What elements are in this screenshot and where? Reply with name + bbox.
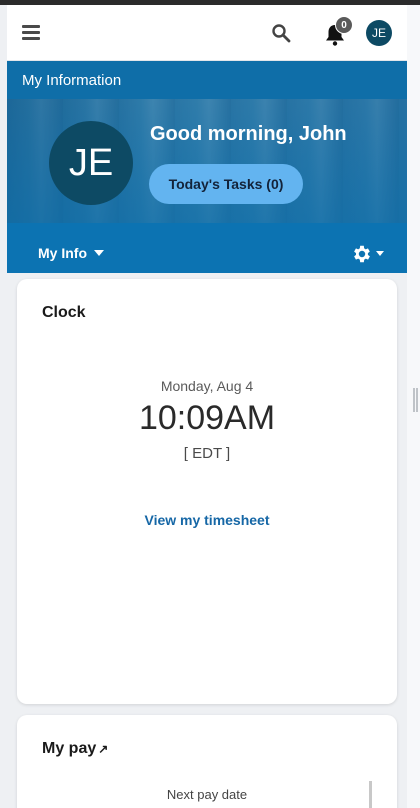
resize-handle[interactable] bbox=[413, 388, 418, 412]
external-link-icon: ↗ bbox=[98, 742, 109, 756]
my-pay-card: My pay ↗ Next pay date bbox=[17, 715, 397, 808]
profile-avatar[interactable]: JE bbox=[49, 121, 133, 205]
chevron-down-icon bbox=[376, 251, 384, 256]
top-header: 0 JE bbox=[7, 5, 407, 61]
chevron-down-icon bbox=[94, 250, 104, 256]
search-icon[interactable] bbox=[271, 23, 291, 43]
greeting-text: Good morning, John bbox=[150, 123, 347, 145]
todays-tasks-button[interactable]: Today's Tasks (0) bbox=[149, 164, 303, 204]
my-info-dropdown[interactable]: My Info bbox=[38, 245, 104, 261]
app-frame: 0 JE My Information JE Good morning, Joh… bbox=[7, 5, 407, 808]
my-information-hero: My Information JE Good morning, John Tod… bbox=[7, 61, 407, 273]
clock-date: Monday, Aug 4 bbox=[160, 378, 254, 394]
view-timesheet-link[interactable]: View my timesheet bbox=[17, 512, 397, 528]
my-pay-title-link[interactable]: My pay ↗ bbox=[42, 740, 108, 758]
gear-icon bbox=[354, 245, 370, 263]
notification-count-badge: 0 bbox=[335, 16, 353, 34]
my-pay-title: My pay bbox=[42, 740, 97, 757]
next-pay-date-label: Next pay date bbox=[166, 787, 248, 802]
clock-card-title: Clock bbox=[42, 304, 86, 321]
notifications-button[interactable]: 0 bbox=[323, 16, 357, 49]
hero-section-title: My Information bbox=[22, 72, 122, 89]
clock-timezone: [ EDT ] bbox=[183, 445, 231, 462]
menu-icon[interactable] bbox=[22, 25, 40, 41]
hero-title-bar: My Information bbox=[7, 61, 407, 99]
pay-card-scrollbar[interactable] bbox=[369, 781, 372, 808]
my-info-label: My Info bbox=[38, 245, 87, 261]
user-avatar[interactable]: JE bbox=[366, 20, 392, 46]
settings-dropdown[interactable] bbox=[351, 243, 387, 265]
clock-card: Clock Monday, Aug 4 10:09AM [ EDT ] View… bbox=[17, 279, 397, 704]
clock-time: 10:09AM bbox=[138, 399, 276, 437]
